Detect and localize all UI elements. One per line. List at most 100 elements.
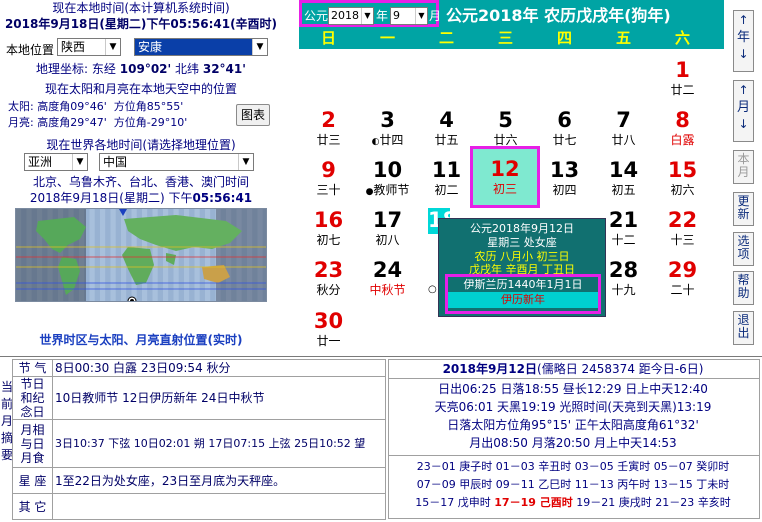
arrow-down-icon[interactable]: ↓: [734, 48, 753, 61]
day-cell-30[interactable]: 30 廿一: [299, 309, 358, 349]
day-cell-3[interactable]: 3 ◐廿四: [358, 108, 417, 150]
detail-divider: [388, 378, 760, 379]
tooltip-weekday: 星期三 处女座: [487, 236, 557, 249]
day-cell-2[interactable]: 2 廿三: [299, 108, 358, 148]
province-value: 陕西: [61, 40, 86, 54]
location-label: 本地位置: [6, 43, 55, 57]
day-cell-16[interactable]: 16 初七: [299, 208, 358, 248]
country-value: 中国: [103, 155, 128, 169]
weekday-thu: 四: [556, 29, 572, 47]
year-spinner[interactable]: 2018 ▼: [328, 7, 374, 25]
day-cell-17[interactable]: 17 初八: [358, 208, 417, 248]
moon-phase-value: 3日10:37 下弦 10日02:01 朔 17日07:15 上弦 25日10:…: [52, 419, 386, 468]
region-select[interactable]: 亚洲 ▼: [24, 153, 88, 171]
day-cell-23[interactable]: 23 秋分: [299, 258, 358, 298]
refresh-button[interactable]: 更新: [733, 192, 754, 226]
day-cell-6[interactable]: 6 廿七: [535, 108, 594, 148]
map-caption: 世界时区与太阳、月亮直射位置(实时): [39, 333, 243, 347]
day-cell-1[interactable]: 1 廿二: [653, 58, 712, 98]
shichen-row-3: 15－17 戊申时 17－19 己酉时 19－21 庚戌时 21－23 辛亥时: [415, 496, 731, 509]
weekday-header: 日 一 二 三 四 五 六: [299, 27, 724, 49]
sun-times: 日出06:25 日落18:55 昼长12:29 日上中天12:40: [438, 382, 708, 396]
chevron-down-icon: ▼: [361, 8, 373, 24]
moon-position: 月亮: 高度角29°47' 方位角-29°10': [8, 116, 188, 129]
chevron-down-icon: ▼: [105, 39, 120, 55]
day-cell-24[interactable]: 24 中秋节: [358, 258, 417, 298]
day-cell-12-selected[interactable]: 12 初三: [470, 146, 540, 208]
jieqi-value: 8日00:30 白露 23日09:54 秋分: [52, 359, 386, 377]
chevron-down-icon: ▼: [238, 154, 253, 170]
day-cell-29[interactable]: 29 二十: [653, 258, 712, 298]
this-month-button[interactable]: 本月: [733, 150, 754, 184]
region-value: 亚洲: [28, 155, 53, 169]
chart-button[interactable]: 图表: [236, 104, 270, 126]
geo-coordinates: 地理坐标: 东经 109°02' 北纬 32°41': [36, 62, 246, 76]
day-cell-15[interactable]: 15 初六: [653, 158, 712, 198]
day-cell-10[interactable]: 10 ●教师节: [358, 158, 417, 200]
weekday-sat: 六: [674, 29, 690, 47]
moon-times: 月出08:50 月落20:50 月上中天14:53: [469, 436, 677, 450]
day-cell-9[interactable]: 9 三十: [299, 158, 358, 198]
world-time-title: 现在世界各地时间(请选择地理位置): [46, 138, 236, 152]
day-cell-5[interactable]: 5 廿六: [476, 108, 535, 148]
day-cell-7[interactable]: 7 廿八: [594, 108, 653, 148]
sun-angles: 日落太阳方位角95°15' 正午太阳高度角61°32': [447, 418, 699, 432]
weekday-fri: 五: [615, 29, 631, 47]
tooltip-islamic-date: 伊斯兰历1440年1月1日: [448, 278, 598, 292]
holiday-value: 10日教师节 12日伊历新年 24日中秋节: [52, 376, 386, 420]
arrow-up-icon[interactable]: ↑: [734, 84, 753, 97]
sunmoon-title: 现在太阳和月亮在本地天空中的位置: [44, 82, 237, 96]
help-button[interactable]: 帮助: [733, 271, 754, 305]
world-map[interactable]: [15, 208, 267, 302]
sun-position: 太阳: 高度角09°46' 方位角85°55': [8, 100, 184, 113]
moon-phase-label: 月相与日月食: [12, 419, 53, 468]
chevron-down-icon: ▼: [415, 8, 427, 24]
month-spinner[interactable]: 9 ▼: [390, 7, 428, 25]
city-select[interactable]: 安康 ▼: [134, 38, 268, 56]
month-summary-panel: 当前月摘要 节 气 8日00:30 白露 23日09:54 秋分 节日和纪念日 …: [0, 356, 762, 522]
local-time-value: 2018年9月18日(星期二)下午05:56:41(辛酉时): [4, 17, 278, 31]
day-cell-11[interactable]: 11 初二: [417, 158, 476, 198]
day-cell-22[interactable]: 22 十三: [653, 208, 712, 248]
country-select[interactable]: 中国 ▼: [99, 153, 254, 171]
shichen-row-2: 07－09 甲辰时 09－11 乙巳时 11－13 丙午时 13－15 丁未时: [416, 478, 730, 491]
calendar-title: 公元2018年 农历戊戌年(狗年): [446, 6, 671, 25]
xingzuo-label: 星 座: [12, 467, 53, 494]
era-label: 公元: [304, 9, 329, 23]
tooltip-islamic-festival: 伊历新年: [448, 292, 598, 308]
month-nav-label: 月: [736, 100, 750, 115]
year-month-selector: 公元 2018 ▼ 年 9 ▼ 月: [299, 0, 442, 27]
other-value: [52, 493, 386, 520]
day-tooltip: 公元2018年9月12日 星期三 处女座 农历 八月小 初三日 戊戌年 辛酉月 …: [438, 218, 606, 317]
other-label: 其 它: [12, 493, 53, 520]
local-time-title: 现在本地时间(本计算机系统时间): [52, 1, 230, 15]
tooltip-lunar: 农历 八月小 初三日: [474, 250, 570, 263]
year-nav-button[interactable]: ↑ 年 ↓: [733, 10, 754, 72]
weekday-wed: 三: [497, 29, 513, 47]
detail-date: 2018年9月12日(儒略日 2458374 距今日-6日): [442, 362, 704, 376]
day-cell-14[interactable]: 14 初五: [594, 158, 653, 198]
year-nav-label: 年: [736, 30, 750, 45]
day-cell-13[interactable]: 13 初四: [535, 158, 594, 198]
tooltip-date: 公元2018年9月12日: [470, 222, 574, 235]
arrow-up-icon[interactable]: ↑: [734, 14, 753, 27]
left-panel: 现在本地时间(本计算机系统时间) 2018年9月18日(星期二)下午05:56:…: [0, 0, 282, 356]
calendar-header: 公元 2018 ▼ 年 9 ▼ 月 公元2018年 农历戊戌年(狗年): [299, 0, 724, 27]
world-map-graphic: [16, 209, 266, 301]
arrow-down-icon[interactable]: ↓: [734, 118, 753, 131]
day-cell-4[interactable]: 4 廿五: [417, 108, 476, 148]
province-select[interactable]: 陕西 ▼: [57, 38, 121, 56]
month-nav-button[interactable]: ↑ 月 ↓: [733, 80, 754, 142]
detail-divider-2: [388, 455, 760, 456]
weekday-tue: 二: [438, 29, 454, 47]
xingzuo-value: 1至22日为处女座，23日至月底为天秤座。: [52, 467, 386, 494]
world-cities: 北京、乌鲁木齐、台北、香港、澳门时间: [32, 175, 249, 189]
options-button[interactable]: 选项: [733, 232, 754, 266]
world-time-value: 2018年9月18日(星期二) 下午05:56:41: [29, 191, 253, 205]
year-label: 年: [376, 9, 389, 23]
city-value: 安康: [138, 40, 163, 54]
exit-button[interactable]: 退出: [733, 311, 754, 345]
month-label: 月: [429, 9, 442, 23]
shichen-row-1: 23－01 庚子时 01－03 辛丑时 03－05 壬寅时 05－07 癸卯时: [416, 460, 730, 473]
day-cell-8[interactable]: 8 白露: [653, 108, 712, 148]
